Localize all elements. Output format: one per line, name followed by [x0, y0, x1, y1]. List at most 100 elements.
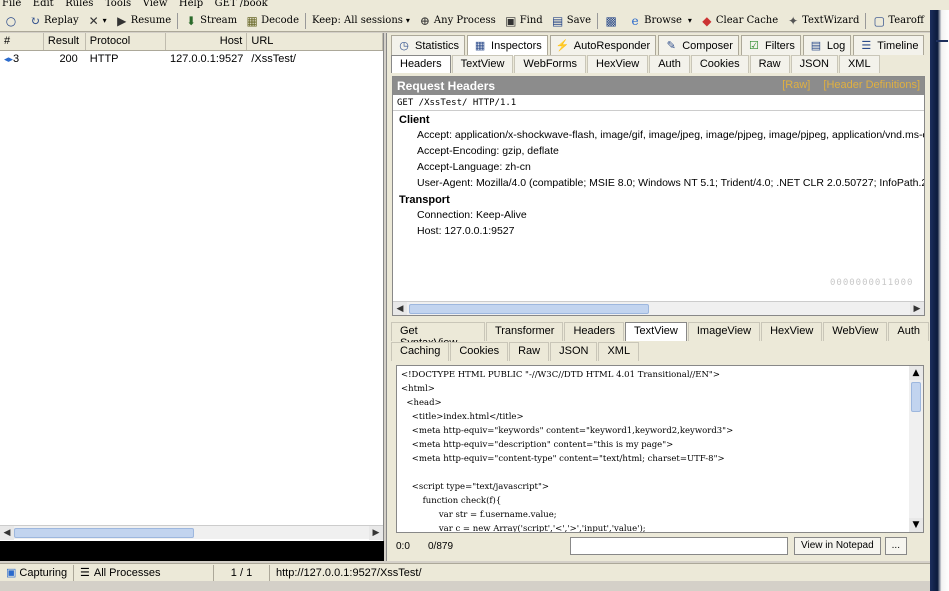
header-definitions-link[interactable]: [Header Definitions] — [823, 79, 920, 91]
comment-icon: ○ — [5, 13, 17, 28]
tab-response-hexview[interactable]: HexView — [761, 322, 823, 341]
header-item[interactable]: Accept: application/x-shockwave-flash, i… — [393, 127, 924, 143]
response-vscrollbar[interactable]: ▲ ▼ — [909, 366, 923, 532]
tab-response-headers[interactable]: Headers — [564, 322, 625, 341]
tab-response-textview[interactable]: TextView — [625, 322, 687, 341]
tab-log[interactable]: ▤ Log — [802, 35, 852, 55]
tab-xml[interactable]: XML — [838, 55, 880, 73]
scroll-left-icon[interactable]: ◀ — [0, 526, 14, 540]
scroll-thumb[interactable] — [14, 528, 194, 538]
header-item[interactable]: Accept-Encoding: gzip, deflate — [393, 143, 924, 159]
tab-timeline[interactable]: ☰ Timeline — [853, 35, 925, 55]
menu-help[interactable]: Help — [179, 0, 203, 9]
remove-x-icon: ✕ — [88, 13, 99, 28]
scroll-down-icon[interactable]: ▼ — [909, 518, 923, 532]
resume-button[interactable]: ▶ Resume — [111, 11, 175, 31]
tab-response-raw[interactable]: Raw — [509, 342, 550, 361]
header-item[interactable]: User-Agent: Mozilla/4.0 (compatible; MSI… — [393, 175, 924, 191]
decode-button[interactable]: ▦ Decode — [241, 11, 303, 31]
save-icon: ▤ — [552, 13, 564, 28]
menu-file[interactable]: File — [2, 0, 21, 9]
scroll-left-icon[interactable]: ◀ — [393, 302, 407, 315]
screenshot-button[interactable]: ▩ — [600, 11, 624, 31]
view-in-notepad-button[interactable]: View in Notepad — [794, 537, 881, 555]
tab-filters[interactable]: ☑ Filters — [740, 35, 801, 55]
stream-button[interactable]: ⬇ Stream — [180, 11, 241, 31]
group-client[interactable]: Client — [393, 111, 924, 127]
col-header-result[interactable]: Result — [44, 33, 86, 50]
tab-hexview[interactable]: HexView — [587, 55, 649, 73]
tab-caching[interactable]: Caching — [391, 342, 450, 361]
menu-view[interactable]: View — [143, 0, 168, 9]
menu-edit[interactable]: Edit — [33, 0, 54, 9]
remove-button[interactable]: ✕ ▾ — [83, 11, 111, 31]
tab-json[interactable]: JSON — [790, 55, 838, 73]
menu-tools[interactable]: Tools — [105, 0, 131, 9]
quickexec-bar[interactable] — [0, 541, 384, 561]
replay-button[interactable]: ↻ Replay — [24, 11, 83, 31]
toolbar: ○ ↻ Replay ✕ ▾ ▶ Resume ⬇ Stream ▦ Decode Kee… — [0, 10, 930, 32]
toolbar-separator — [305, 12, 307, 29]
tab-transformer[interactable]: Transformer — [485, 322, 564, 341]
raw-link[interactable]: [Raw] — [782, 79, 810, 91]
browse-button[interactable]: e Browse ▾ — [624, 11, 696, 31]
tab-autoresponder[interactable]: ⚡ AutoResponder — [549, 35, 657, 55]
keep-sessions-dropdown[interactable]: Keep: All sessions ▾ — [308, 11, 414, 31]
menu-bar: File Edit Rules Tools View Help GET /boo… — [0, 0, 949, 10]
capturing-toggle[interactable]: ▣ Capturing — [0, 564, 74, 581]
find-button[interactable]: ▣ Find — [500, 11, 547, 31]
col-header-number[interactable]: # — [0, 33, 44, 50]
response-textview[interactable]: <!DOCTYPE HTML PUBLIC "-//W3C//DTD HTML … — [396, 365, 924, 533]
comment-button[interactable]: ○ — [0, 11, 24, 31]
menu-get-book[interactable]: GET /book — [215, 0, 268, 9]
group-transport[interactable]: Transport — [393, 191, 924, 207]
tab-response-json[interactable]: JSON — [550, 342, 598, 361]
tab-get-syntaxview[interactable]: Get SyntaxView — [391, 322, 485, 349]
sessions-hscrollbar[interactable]: ◀ ▶ — [0, 525, 383, 540]
tab-auth[interactable]: Auth — [649, 55, 690, 73]
tab-headers[interactable]: Headers — [391, 55, 451, 73]
tab-textview[interactable]: TextView — [451, 55, 514, 73]
main-tabs: ◷ Statistics ▦ Inspectors ⚡ AutoResponder ✎… — [391, 35, 926, 56]
tab-response-auth[interactable]: Auth — [888, 322, 929, 341]
tab-response-cookies[interactable]: Cookies — [450, 342, 509, 361]
header-item[interactable]: Connection: Keep-Alive — [393, 207, 924, 223]
find-input[interactable] — [570, 537, 788, 555]
response-tabs-row1: Get SyntaxView Transformer Headers TextV… — [391, 322, 930, 349]
col-header-protocol[interactable]: Protocol — [86, 33, 166, 50]
scroll-up-icon[interactable]: ▲ — [909, 366, 923, 380]
header-item[interactable]: Accept-Language: zh-cn — [393, 159, 924, 175]
col-header-url[interactable]: URL — [247, 33, 383, 50]
window-edge — [930, 10, 949, 591]
response-body-text[interactable]: <!DOCTYPE HTML PUBLIC "-//W3C//DTD HTML … — [397, 366, 923, 532]
process-filter[interactable]: ☰ All Processes — [74, 564, 214, 581]
tab-composer[interactable]: ✎ Composer — [658, 35, 739, 55]
tab-raw[interactable]: Raw — [749, 55, 790, 73]
clear-cache-button[interactable]: ◆ Clear Cache — [696, 11, 782, 31]
col-header-host[interactable]: Host — [166, 33, 248, 50]
menu-rules[interactable]: Rules — [65, 0, 93, 9]
scroll-thumb[interactable] — [409, 304, 649, 314]
tab-statistics[interactable]: ◷ Statistics — [391, 35, 466, 55]
scroll-thumb[interactable] — [911, 382, 921, 412]
pencil-icon: ✎ — [666, 39, 676, 52]
tab-inspectors[interactable]: ▦ Inspectors — [467, 35, 548, 56]
tab-webview[interactable]: WebView — [823, 322, 888, 341]
headers-hscrollbar[interactable]: ◀ ▶ — [393, 301, 924, 315]
textwizard-button[interactable]: ✦ TextWizard — [782, 11, 863, 31]
table-row[interactable]: ◂▸3 200 HTTP 127.0.0.1:9527 /XssTest/ — [0, 51, 383, 68]
tab-webforms[interactable]: WebForms — [514, 55, 586, 73]
request-line: GET /XssTest/ HTTP/1.1 — [393, 95, 924, 111]
tab-imageview[interactable]: ImageView — [687, 322, 761, 341]
tab-cookies[interactable]: Cookies — [690, 55, 749, 73]
scroll-right-icon[interactable]: ▶ — [910, 302, 924, 315]
save-button[interactable]: ▤ Save — [547, 11, 595, 31]
scroll-right-icon[interactable]: ▶ — [369, 526, 383, 540]
tearoff-button[interactable]: ▢ Tearoff — [868, 11, 928, 31]
minimize-icon[interactable] — [936, 36, 948, 42]
any-process-button[interactable]: ⊕ Any Process — [414, 11, 500, 31]
header-item[interactable]: Host: 127.0.0.1:9527 — [393, 223, 924, 239]
tab-response-xml[interactable]: XML — [598, 342, 640, 361]
replay-icon: ↻ — [29, 13, 41, 28]
more-options-button[interactable]: ... — [884, 537, 907, 555]
